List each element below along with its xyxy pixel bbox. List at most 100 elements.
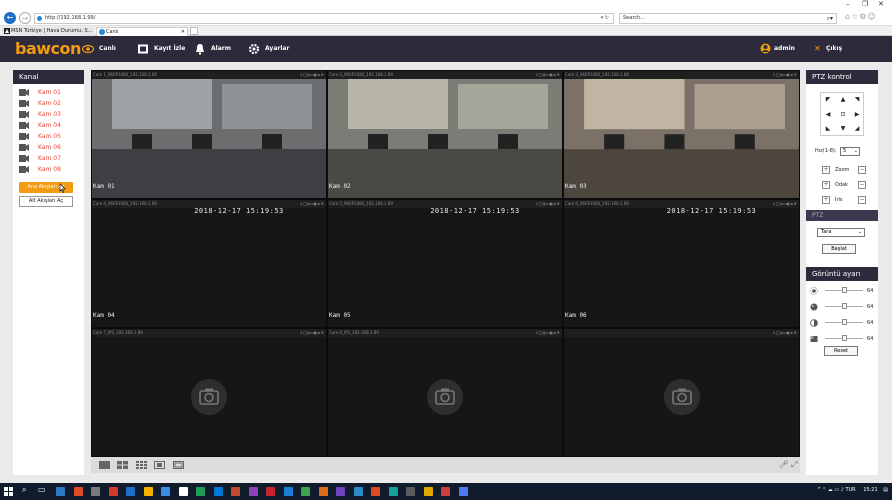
camera-cell-controls[interactable]: ⇩▢◎▭◐◂ ✕ bbox=[535, 71, 560, 79]
camera-cell[interactable]: Cam 1_960P1080_192.168.1.89 ⇩▢◎▭◐◂ ✕ Kam 0… bbox=[92, 71, 326, 198]
clock[interactable]: 15:21 bbox=[863, 487, 877, 493]
taskbar-app-icon[interactable] bbox=[283, 487, 293, 496]
taskbar-app-icon[interactable] bbox=[178, 487, 188, 496]
search-input[interactable]: Search... ⌕▾ bbox=[619, 13, 837, 24]
open-sub-streams-button[interactable]: Alt Akışları Aç bbox=[19, 196, 73, 207]
url-input[interactable]: http://192.168.1.99/ ▾ ↻ bbox=[34, 13, 614, 24]
camera-cell-controls[interactable]: ⇩▢◎▭◐◂ ✕ bbox=[772, 71, 797, 79]
slider-handle[interactable] bbox=[841, 303, 847, 309]
camera-cell[interactable]: Cam 5_960P1080_192.168.1.89 ⇩▢◎▭◐◂ ✕ 2018-… bbox=[328, 200, 562, 327]
channel-item[interactable]: Kam 04 bbox=[13, 120, 84, 131]
taskbar-app-icon[interactable] bbox=[423, 487, 433, 496]
layout-fullscreen-icon[interactable] bbox=[173, 461, 184, 469]
language-indicator[interactable]: TUR bbox=[845, 487, 855, 493]
maximize-icon[interactable]: ❐ bbox=[862, 0, 868, 8]
camera-cell[interactable]: Cam 4_960P1080_192.168.1.89 ⇩▢◎▭◐◂ ✕ 2018-… bbox=[92, 200, 326, 327]
start-button[interactable]: Başlat bbox=[822, 244, 856, 254]
tray-icons[interactable]: ᴿ ⌃ ☁ ▭ ♪ bbox=[818, 487, 845, 493]
taskbar-app-icon[interactable] bbox=[126, 487, 135, 496]
nav-canli[interactable]: Canlı bbox=[82, 41, 122, 57]
taskbar-app-icon[interactable] bbox=[388, 487, 398, 496]
iris-open-button[interactable]: + bbox=[822, 196, 830, 204]
layout-4-icon[interactable] bbox=[117, 461, 128, 469]
camera-cell-controls[interactable]: ⇩▢◎▭◐◂ ✕ bbox=[772, 329, 797, 337]
user-menu[interactable]: admin bbox=[760, 41, 800, 57]
ptz-right-button[interactable]: ▶ bbox=[852, 110, 862, 120]
zoom-in-button[interactable]: + bbox=[822, 166, 830, 174]
ptz-up-button[interactable]: ▲ bbox=[838, 95, 848, 105]
layout-custom-icon[interactable] bbox=[154, 461, 165, 469]
nav-ayarlar[interactable]: Ayarlar bbox=[248, 41, 293, 57]
channel-item[interactable]: Kam 01 bbox=[13, 87, 84, 98]
nav-kayit-izle[interactable]: Kayıt İzle bbox=[137, 41, 187, 57]
camera-cell[interactable]: Cam 8_IPS_192.168.1.89 ⇩▢◎▭◐◂ ✕ bbox=[328, 329, 562, 456]
taskbar-app-icon[interactable] bbox=[336, 487, 345, 496]
back-button[interactable]: ← bbox=[4, 12, 16, 24]
channel-item[interactable]: Kam 08 bbox=[13, 164, 84, 175]
expand-icon[interactable]: ⤢ bbox=[791, 460, 797, 470]
taskbar-app-icon[interactable] bbox=[196, 487, 205, 496]
nav-alarm[interactable]: Alarm bbox=[194, 41, 234, 57]
taskbar-app-icon[interactable] bbox=[458, 487, 468, 496]
zoom-out-button[interactable]: − bbox=[858, 166, 866, 174]
layout-9-icon[interactable] bbox=[136, 461, 147, 469]
taskbar-app-icon[interactable] bbox=[248, 487, 258, 496]
taskbar-app-icon[interactable] bbox=[353, 487, 363, 496]
slider-handle[interactable] bbox=[841, 319, 847, 325]
browser-toolbar-icons[interactable]: ⌂☆⚙☺ bbox=[845, 12, 877, 21]
microphone-icon[interactable]: 🎤︎ bbox=[779, 460, 789, 469]
forward-button[interactable]: → bbox=[19, 12, 31, 24]
taskbar-app-icon[interactable] bbox=[213, 487, 223, 496]
channel-item[interactable]: Kam 02 bbox=[13, 98, 84, 109]
taskbar-app-icon[interactable] bbox=[108, 487, 118, 496]
focus-in-button[interactable]: + bbox=[822, 181, 830, 189]
taskbar-app-icon[interactable] bbox=[56, 487, 65, 496]
channel-item[interactable]: Kam 06 bbox=[13, 142, 84, 153]
taskbar-app-icon[interactable] bbox=[91, 487, 100, 496]
tab-canli[interactable]: Canlı ✕ bbox=[96, 27, 188, 36]
taskbar-app-icon[interactable] bbox=[318, 487, 328, 496]
notification-icon[interactable]: ▤ bbox=[883, 487, 888, 493]
taskbar-app-icon[interactable] bbox=[441, 487, 450, 496]
taskbar-app-icon[interactable] bbox=[143, 487, 153, 496]
slider-handle[interactable] bbox=[841, 287, 847, 293]
ptz-down-left-button[interactable]: ◣ bbox=[823, 124, 833, 134]
camera-cell-controls[interactable]: ⇩▢◎▭◐◂ ✕ bbox=[299, 329, 324, 337]
camera-cell[interactable]: Cam 7_IPS_192.168.1.89 ⇩▢◎▭◐◂ ✕ bbox=[92, 329, 326, 456]
close-tab-icon[interactable]: ✕ bbox=[181, 28, 185, 36]
camera-cell[interactable]: Cam 2_960P1080_192.168.1.89 ⇩▢◎▭◐◂ ✕ Kam 0… bbox=[328, 71, 562, 198]
ptz-left-button[interactable]: ◀ bbox=[823, 110, 833, 120]
refresh-icon[interactable]: ▾ ↻ bbox=[601, 14, 609, 23]
speed-select[interactable]: 5 ⌄ bbox=[840, 147, 860, 156]
channel-item[interactable]: Kam 07 bbox=[13, 153, 84, 164]
windows-start-icon[interactable] bbox=[4, 487, 13, 496]
iris-close-button[interactable]: − bbox=[858, 196, 866, 204]
ptz-up-left-button[interactable]: ◤ bbox=[823, 95, 833, 105]
reset-button[interactable]: Reset bbox=[824, 346, 858, 356]
taskbar-app-icon[interactable] bbox=[266, 487, 275, 496]
ptz-down-button[interactable]: ▼ bbox=[838, 124, 848, 134]
camera-cell[interactable]: Cam 3_960P1080_192.168.1.89 ⇩▢◎▭◐◂ ✕ Kam 0… bbox=[564, 71, 799, 198]
ptz-up-right-button[interactable]: ◥ bbox=[852, 95, 862, 105]
taskbar-app-icon[interactable] bbox=[161, 487, 170, 496]
taskbar-app-icon[interactable] bbox=[301, 487, 310, 496]
taskbar-app-icon[interactable] bbox=[231, 487, 240, 496]
focus-out-button[interactable]: − bbox=[858, 181, 866, 189]
tour-select[interactable]: Tara ⌄ bbox=[817, 228, 865, 237]
camera-cell[interactable]: Cam 6_960P1080_192.168.1.89 ⇩▢◎▭◐◂ ✕ 2018-… bbox=[564, 200, 799, 327]
logout-button[interactable]: ✕ Çıkış bbox=[814, 41, 849, 57]
camera-cell-controls[interactable]: ⇩▢◎▭◐◂ ✕ bbox=[535, 329, 560, 337]
ptz-down-right-button[interactable]: ◢ bbox=[852, 124, 862, 134]
new-tab-button[interactable] bbox=[190, 27, 198, 35]
taskbar-app-icon[interactable] bbox=[371, 487, 380, 496]
camera-cell[interactable]: ⇩▢◎▭◐◂ ✕ bbox=[564, 329, 799, 456]
close-window-icon[interactable]: ✕ bbox=[878, 0, 884, 8]
camera-cell-controls[interactable]: ⇩▢◎▭◐◂ ✕ bbox=[299, 71, 324, 79]
task-view-icon[interactable]: ▭ bbox=[38, 485, 46, 494]
tab-msn[interactable]: MSN Türkiye | Hava Durumu, S... bbox=[2, 27, 94, 36]
slider-handle[interactable] bbox=[841, 335, 847, 341]
ptz-center-button[interactable]: ⊡ bbox=[838, 110, 848, 120]
channel-item[interactable]: Kam 05 bbox=[13, 131, 84, 142]
minimize-icon[interactable]: – bbox=[846, 0, 850, 8]
channel-item[interactable]: Kam 03 bbox=[13, 109, 84, 120]
